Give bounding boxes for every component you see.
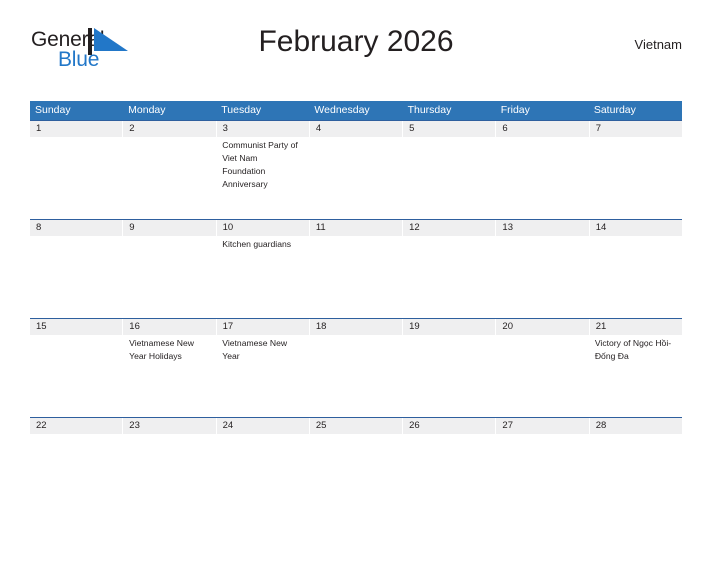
day-events [496, 137, 589, 218]
weekday-saturday: Saturday [593, 104, 636, 116]
week-event-band: Communist Party of Viet Nam Foundation A… [30, 137, 682, 218]
week-event-band [30, 434, 682, 515]
day-events: Communist Party of Viet Nam Foundation A… [222, 140, 298, 189]
weekday-sunday: Sunday [35, 104, 71, 116]
day-events [496, 335, 589, 416]
day-number[interactable]: 3 [217, 121, 310, 137]
day-number[interactable]: 2 [123, 121, 217, 137]
day-number[interactable]: 12 [403, 220, 497, 236]
calendar-grid: Sunday Monday Tuesday Wednesday Thursday… [30, 101, 682, 517]
day-events [123, 236, 216, 317]
day-number[interactable]: 11 [310, 220, 404, 236]
day-events [123, 137, 216, 218]
day-number[interactable]: 13 [496, 220, 590, 236]
weekday-header-row: Sunday Monday Tuesday Wednesday Thursday… [30, 101, 682, 120]
day-events [589, 236, 682, 317]
day-events [589, 434, 682, 515]
day-number[interactable]: 20 [496, 319, 590, 335]
day-number[interactable]: 22 [30, 418, 124, 434]
week-event-band: Vietnamese New Year Holidays Vietnamese … [30, 335, 682, 416]
day-events [496, 434, 589, 515]
day-events [123, 434, 216, 515]
day-number[interactable]: 25 [310, 418, 404, 434]
day-events [309, 335, 402, 416]
day-events [30, 335, 123, 416]
week-date-band: 22 23 24 25 26 27 28 [30, 418, 682, 434]
day-events [30, 137, 123, 218]
day-events [403, 335, 496, 416]
day-events: Vietnamese New Year [222, 338, 288, 361]
day-events [216, 434, 309, 515]
week-row: 15 16 17 18 19 20 21 Vietnamese New Year… [30, 318, 682, 417]
day-number[interactable]: 9 [123, 220, 217, 236]
day-events [309, 434, 402, 515]
week-event-band: Kitchen guardians [30, 236, 682, 317]
day-events: Vietnamese New Year Holidays [129, 338, 194, 361]
weekday-friday: Friday [500, 104, 530, 116]
day-number[interactable]: 21 [590, 319, 682, 335]
day-events [403, 137, 496, 218]
day-number[interactable]: 19 [403, 319, 497, 335]
day-events [589, 137, 682, 218]
week-date-band: 15 16 17 18 19 20 21 [30, 319, 682, 335]
calendar-page: General Blue February 2026 Vietnam Sunda… [0, 22, 712, 572]
day-number[interactable]: 1 [30, 121, 124, 137]
region-label: Vietnam [634, 37, 682, 52]
weekday-wednesday: Wednesday [314, 104, 370, 116]
day-number[interactable]: 24 [217, 418, 310, 434]
day-number[interactable]: 8 [30, 220, 124, 236]
day-events [496, 236, 589, 317]
week-row: 22 23 24 25 26 27 28 [30, 417, 682, 517]
weekday-monday: Monday [128, 104, 166, 116]
day-number[interactable]: 14 [590, 220, 682, 236]
week-row: 1 2 3 4 5 6 7 Communist Party of Viet Na… [30, 120, 682, 219]
day-number[interactable]: 5 [403, 121, 497, 137]
week-date-band: 1 2 3 4 5 6 7 [30, 121, 682, 137]
day-number[interactable]: 4 [310, 121, 404, 137]
day-number[interactable]: 18 [310, 319, 404, 335]
day-number[interactable]: 15 [30, 319, 124, 335]
day-events [403, 236, 496, 317]
day-number[interactable]: 27 [496, 418, 590, 434]
weekday-tuesday: Tuesday [221, 104, 262, 116]
day-events [309, 137, 402, 218]
week-date-band: 8 9 10 11 12 13 14 [30, 220, 682, 236]
week-row: 8 9 10 11 12 13 14 Kitchen guardians [30, 219, 682, 318]
day-number[interactable]: 28 [590, 418, 682, 434]
day-number[interactable]: 16 [123, 319, 217, 335]
page-header: General Blue February 2026 Vietnam [30, 22, 682, 74]
day-number[interactable]: 7 [590, 121, 682, 137]
day-number[interactable]: 17 [217, 319, 310, 335]
day-events [309, 236, 402, 317]
day-number[interactable]: 26 [403, 418, 497, 434]
weekday-thursday: Thursday [407, 104, 452, 116]
day-events [403, 434, 496, 515]
day-number[interactable]: 23 [123, 418, 217, 434]
day-events [30, 236, 123, 317]
day-events [30, 434, 123, 515]
day-number[interactable]: 10 [217, 220, 310, 236]
day-number[interactable]: 6 [496, 121, 590, 137]
day-events: Victory of Ngọc Hồi-Đống Đa [594, 338, 672, 361]
day-events: Kitchen guardians [222, 239, 292, 249]
page-title: February 2026 [258, 25, 454, 58]
